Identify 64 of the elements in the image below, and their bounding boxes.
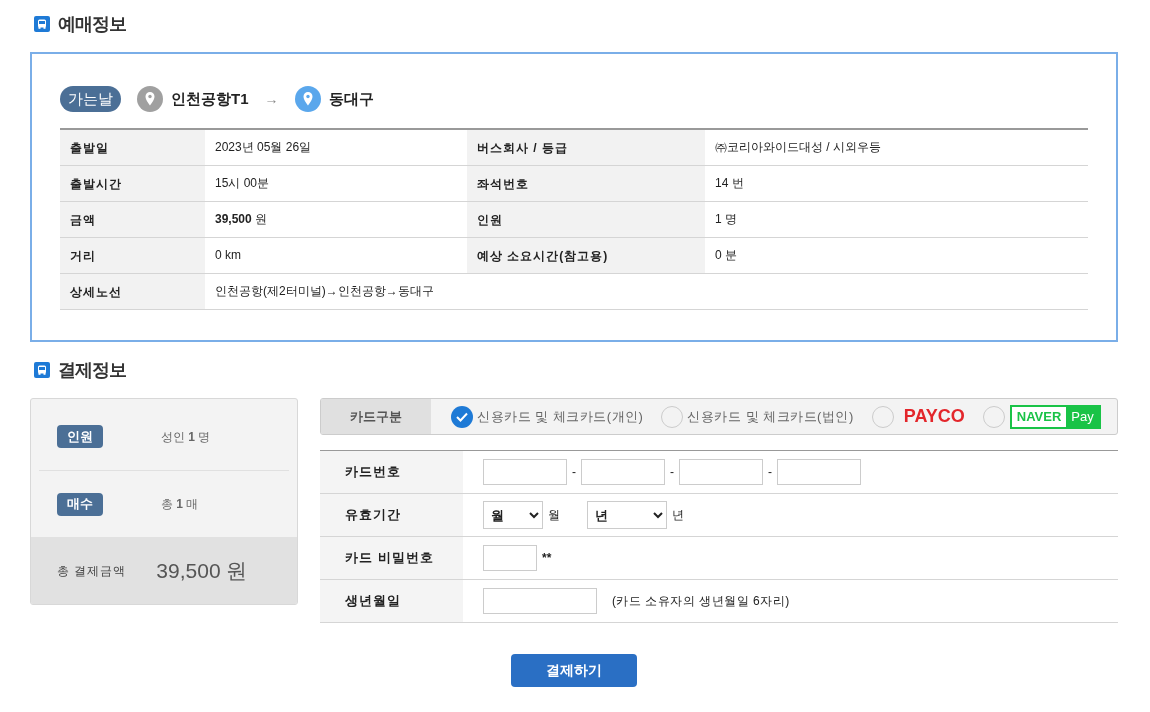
location-pin-icon [137, 86, 163, 112]
payment-option[interactable]: PAYCO [871, 403, 965, 430]
total-amount: 39,500 원 [156, 557, 248, 584]
payment-option[interactable]: 신용카드 및 체크카드(법인) [661, 405, 854, 428]
card-type-label: 카드구분 [321, 399, 431, 434]
location-pin-icon [294, 86, 321, 112]
field-label: 생년월일 [320, 580, 463, 622]
card-number-field[interactable] [679, 459, 763, 485]
row-value: 1 명 [714, 211, 738, 228]
row-label: 버스회사 / 등급 [467, 130, 705, 165]
radio-button[interactable] [982, 405, 1005, 428]
field-label: 유효기간 [320, 494, 463, 536]
origin-text: 인천공항T1 [171, 88, 249, 109]
dash-separator: - [768, 464, 772, 481]
radio-button[interactable] [451, 405, 473, 428]
row-label: 금액 [60, 202, 205, 237]
password-hint: ** [542, 550, 552, 567]
summary-badge: 인원 [57, 425, 103, 449]
summary-value: 성인 1 명 [161, 428, 211, 446]
row-value: ㈜코리아와이드대성 / 시외우등 [714, 139, 882, 156]
destination-text: 동대구 [328, 88, 374, 109]
row-value: 39,500 원 [214, 211, 269, 228]
pay-button[interactable]: 결제하기 [511, 654, 637, 687]
route-arrow: → [264, 89, 279, 109]
row-label: 상세노선 [60, 274, 205, 309]
naver-pay-logo: NAVER Pay [1009, 404, 1101, 429]
unit-text: 년 [672, 507, 684, 524]
dropdown[interactable]: 년 [587, 501, 667, 529]
row-label: 인원 [467, 202, 705, 237]
row-value: 0 km [214, 247, 242, 264]
card-number-field[interactable] [581, 459, 665, 485]
row-label: 거리 [60, 238, 205, 273]
row-value: 14 번 [714, 175, 745, 192]
dropdown[interactable]: 월 [483, 501, 543, 529]
trip-badge: 가는날 [60, 86, 121, 112]
card-number-field[interactable] [777, 459, 861, 485]
dash-separator: - [572, 464, 576, 481]
password-field[interactable] [483, 545, 537, 571]
payment-option[interactable]: 신용카드 및 체크카드(개인) [451, 405, 644, 428]
row-label: 좌석번호 [467, 166, 705, 201]
radio-button[interactable] [661, 405, 684, 428]
row-value: 2023년 05월 26일 [214, 139, 313, 156]
unit-text: 월 [548, 507, 560, 524]
summary-value: 총 1 매 [161, 496, 199, 513]
total-label: 총 결제금액 [57, 562, 127, 580]
birth-date-field[interactable] [483, 588, 597, 614]
summary-badge: 매수 [57, 492, 103, 516]
row-label: 출발시간 [60, 166, 205, 201]
dash-separator: - [670, 464, 674, 481]
birth-date-hint: (카드 소유자의 생년월일 6자리) [612, 593, 790, 610]
row-label: 출발일 [60, 130, 205, 165]
row-value: 15시 00분 [214, 175, 271, 192]
card-number-field[interactable] [483, 459, 567, 485]
check-icon [456, 411, 468, 422]
row-value: 인천공항(제2터미널)→인천공항→동대구 [214, 283, 435, 300]
field-label: 카드번호 [320, 451, 463, 493]
row-value: 0 분 [714, 247, 738, 264]
field-label: 카드 비밀번호 [320, 537, 463, 579]
section-title: 결제정보 [58, 358, 126, 382]
radio-button[interactable] [871, 405, 894, 428]
bus-icon [34, 362, 50, 378]
row-label: 예상 소요시간(참고용) [467, 238, 705, 273]
section-title: 예매정보 [58, 12, 126, 36]
bus-icon [34, 16, 50, 32]
